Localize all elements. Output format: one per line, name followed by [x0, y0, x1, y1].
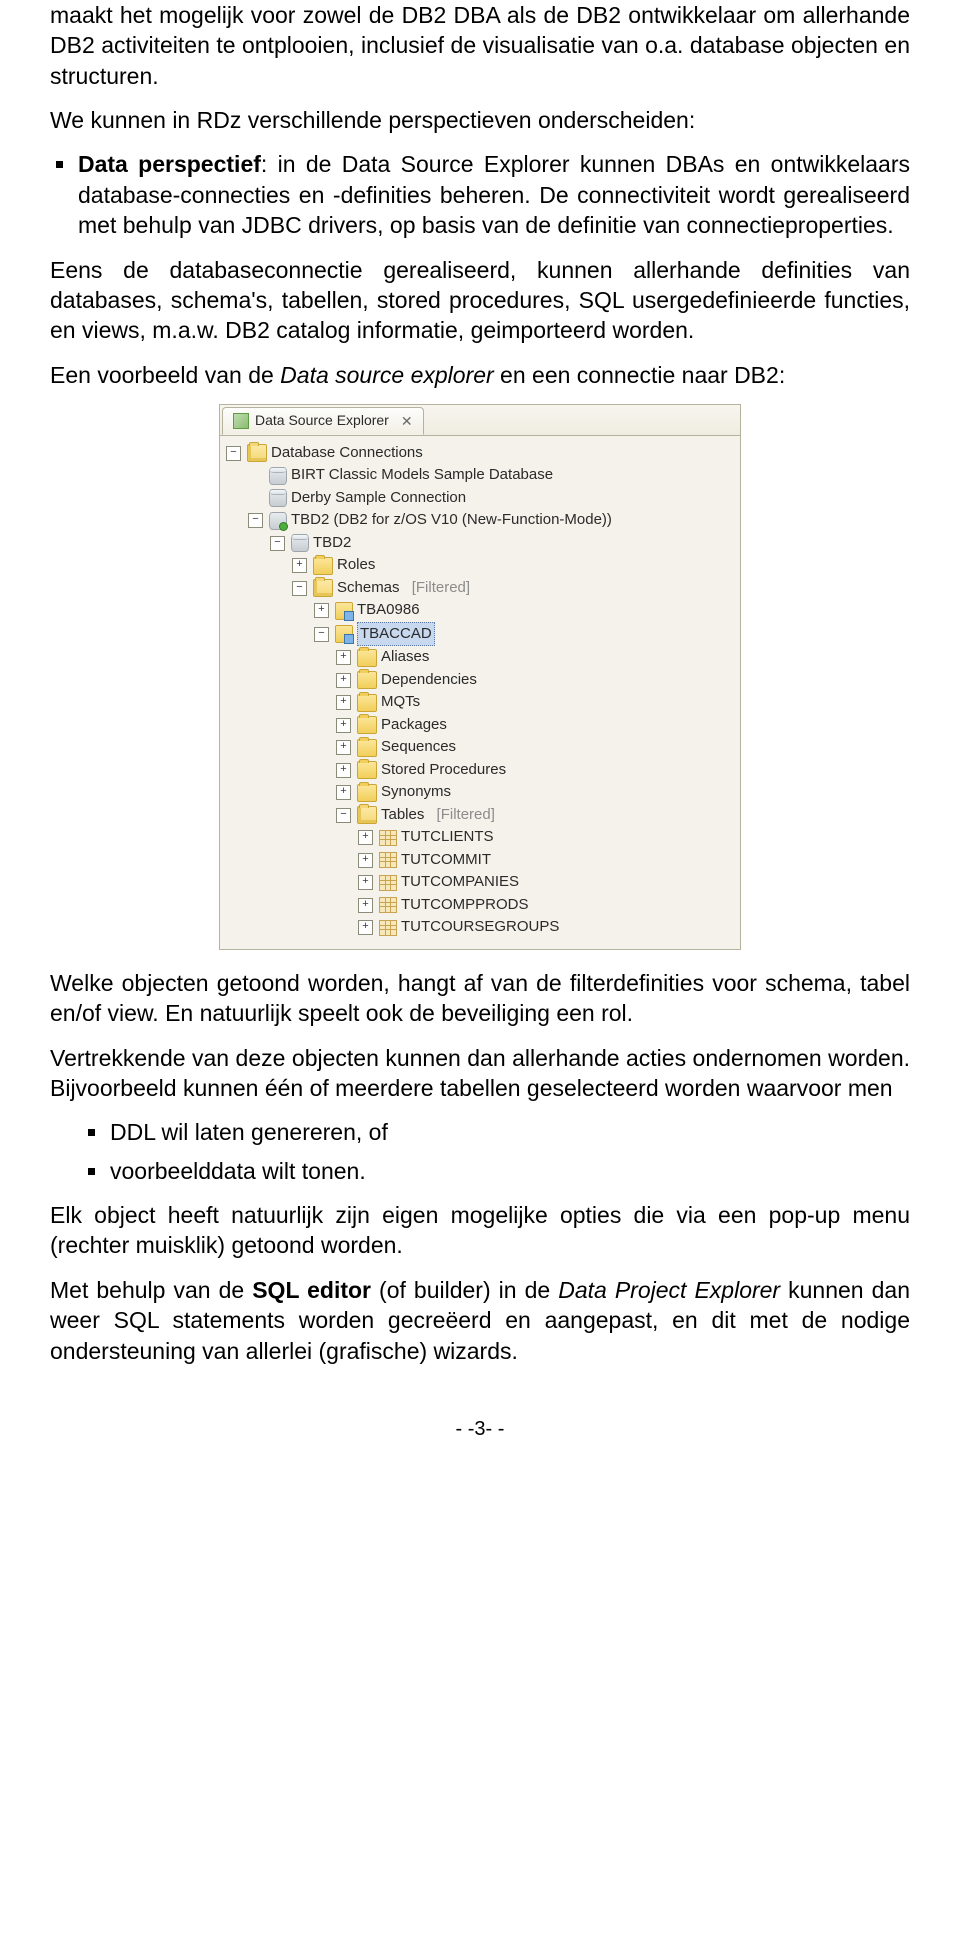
explorer-tab-label: Data Source Explorer: [255, 410, 389, 431]
node-conn-tbd2[interactable]: − TBD2 (DB2 for z/OS V10 (New-Function-M…: [226, 509, 736, 532]
explorer-tab[interactable]: Data Source Explorer ✕: [222, 407, 424, 435]
node-conn-birt[interactable]: BIRT Classic Models Sample Database: [226, 464, 736, 487]
database-icon: [269, 467, 287, 485]
bullet-ddl-generate: DDL wil laten genereren, of: [110, 1117, 910, 1147]
expand-icon[interactable]: +: [358, 875, 373, 890]
explorer-tree: − Database Connections BIRT Classic Mode…: [220, 436, 740, 949]
node-conn-derby[interactable]: Derby Sample Connection: [226, 487, 736, 510]
node-table-tutcommit[interactable]: + TUTCOMMIT: [226, 849, 736, 872]
node-schema-tbaccad[interactable]: − TBACCAD: [226, 622, 736, 647]
node-schema-tba0986[interactable]: + TBA0986: [226, 599, 736, 622]
expand-icon[interactable]: +: [336, 695, 351, 710]
expand-icon[interactable]: +: [336, 740, 351, 755]
paragraph-actions-lead: Vertrekkende van deze objecten kunnen da…: [50, 1043, 910, 1104]
folder-icon: [357, 739, 377, 757]
close-icon[interactable]: ✕: [401, 414, 413, 428]
table-icon: [379, 875, 397, 891]
collapse-icon[interactable]: −: [292, 581, 307, 596]
expand-icon[interactable]: +: [358, 920, 373, 935]
paragraph-perspectives-lead: We kunnen in RDz verschillende perspecti…: [50, 105, 910, 135]
expand-icon[interactable]: +: [336, 718, 351, 733]
bullet-sample-data: voorbeelddata wilt tonen.: [110, 1156, 910, 1186]
node-table-tutcoursegroups[interactable]: + TUTCOURSEGROUPS: [226, 916, 736, 939]
italic-data-project-explorer: Data Project Explorer: [558, 1277, 780, 1303]
paragraph-sql-editor: Met behulp van de SQL editor (of builder…: [50, 1275, 910, 1366]
node-table-tutcompanies[interactable]: + TUTCOMPANIES: [226, 871, 736, 894]
page-number: - -3- -: [50, 1416, 910, 1442]
node-roles[interactable]: + Roles: [226, 554, 736, 577]
table-icon: [379, 920, 397, 936]
folder-icon: [357, 649, 377, 667]
node-mqts[interactable]: + MQTs: [226, 691, 736, 714]
explorer-tabrow: Data Source Explorer ✕: [220, 405, 740, 436]
node-synonyms[interactable]: + Synonyms: [226, 781, 736, 804]
expand-icon[interactable]: +: [314, 603, 329, 618]
table-icon: [379, 830, 397, 846]
italic-data-source-explorer: Data source explorer: [280, 362, 494, 388]
database-icon: [291, 534, 309, 552]
expand-icon[interactable]: +: [292, 558, 307, 573]
paragraph-example-lead: Een voorbeeld van de Data source explore…: [50, 360, 910, 390]
expand-icon[interactable]: +: [358, 898, 373, 913]
paragraph-filter-note: Welke objecten getoond worden, hangt af …: [50, 968, 910, 1029]
label-sql-editor: SQL editor: [252, 1277, 371, 1303]
node-table-tutcompprods[interactable]: + TUTCOMPPRODS: [226, 894, 736, 917]
database-explorer-icon: [233, 413, 249, 429]
database-icon: [269, 489, 287, 507]
node-schemas[interactable]: − Schemas [Filtered]: [226, 577, 736, 600]
folder-icon: [357, 716, 377, 734]
paragraph-popup-note: Elk object heeft natuurlijk zijn eigen m…: [50, 1200, 910, 1261]
collapse-icon[interactable]: −: [270, 536, 285, 551]
node-packages[interactable]: + Packages: [226, 714, 736, 737]
paragraph-db2-catalog: Eens de databaseconnectie gerealiseerd, …: [50, 255, 910, 346]
node-db-tbd2[interactable]: − TBD2: [226, 532, 736, 555]
table-icon: [379, 852, 397, 868]
table-icon: [379, 897, 397, 913]
node-sequences[interactable]: + Sequences: [226, 736, 736, 759]
expand-icon[interactable]: +: [358, 853, 373, 868]
database-connected-icon: [269, 512, 287, 530]
selected-schema-label: TBACCAD: [357, 622, 435, 647]
node-stored-procedures[interactable]: + Stored Procedures: [226, 759, 736, 782]
folder-icon: [313, 557, 333, 575]
folder-icon: [357, 671, 377, 689]
expand-icon[interactable]: +: [358, 830, 373, 845]
folder-open-icon: [247, 444, 267, 462]
label-data-perspectief: Data perspectief: [78, 151, 261, 177]
folder-icon: [357, 784, 377, 802]
folder-open-icon: [313, 579, 333, 597]
node-tables[interactable]: − Tables [Filtered]: [226, 804, 736, 827]
schema-icon: [335, 602, 353, 620]
collapse-icon[interactable]: −: [226, 446, 241, 461]
bullet-data-perspectief: Data perspectief: in de Data Source Expl…: [78, 149, 910, 240]
collapse-icon[interactable]: −: [336, 808, 351, 823]
node-dependencies[interactable]: + Dependencies: [226, 669, 736, 692]
expand-icon[interactable]: +: [336, 673, 351, 688]
paragraph-intro: maakt het mogelijk voor zowel de DB2 DBA…: [50, 0, 910, 91]
expand-icon[interactable]: +: [336, 763, 351, 778]
node-database-connections[interactable]: − Database Connections: [226, 442, 736, 465]
collapse-icon[interactable]: −: [248, 513, 263, 528]
node-aliases[interactable]: + Aliases: [226, 646, 736, 669]
collapse-icon[interactable]: −: [314, 627, 329, 642]
expand-icon[interactable]: +: [336, 785, 351, 800]
folder-icon: [357, 761, 377, 779]
expand-icon[interactable]: +: [336, 650, 351, 665]
schema-icon: [335, 625, 353, 643]
folder-open-icon: [357, 806, 377, 824]
data-source-explorer-panel: Data Source Explorer ✕ − Database Connec…: [219, 404, 741, 950]
node-table-tutclients[interactable]: + TUTCLIENTS: [226, 826, 736, 849]
folder-icon: [357, 694, 377, 712]
